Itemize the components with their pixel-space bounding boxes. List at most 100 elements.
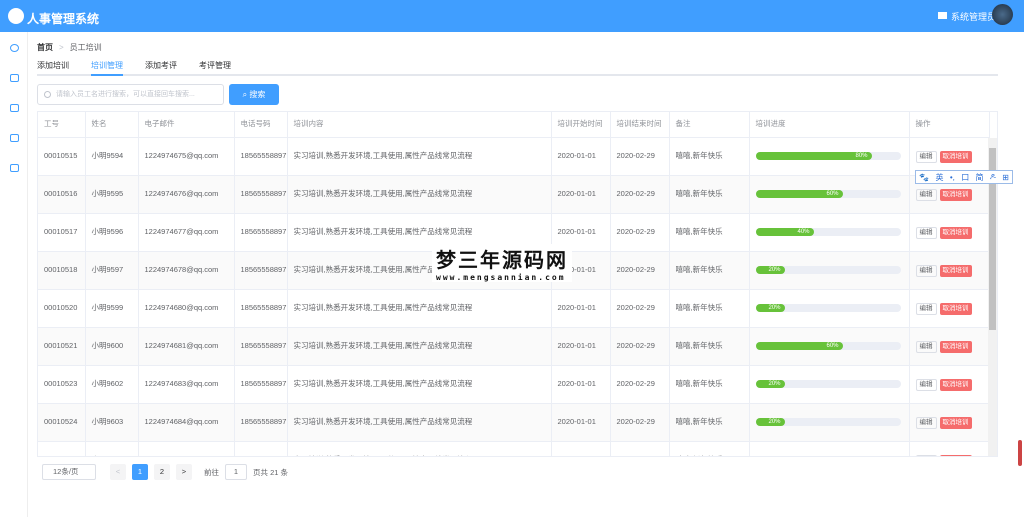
search-button[interactable]: ⌕ 搜索 [229,84,279,105]
cell-actions: 编辑取消培训 [909,441,990,456]
progress-bar: 20% [756,456,901,457]
search-input[interactable]: 请输入员工名进行搜索，可以直接回车搜索... [37,84,224,105]
cell-note: 嘻嘻,新年快乐 [669,251,750,290]
ime-button[interactable]: 简 [976,172,984,183]
header-col-start: 培训开始时间 [551,112,611,138]
edit-button[interactable]: 编辑 [915,150,937,163]
cell-phone: 18565558897 [234,251,288,290]
cell-start: 2020-01-01 [551,441,611,456]
cancel-training-button[interactable]: 取消培训 [939,454,972,456]
tab-add-training[interactable]: 添加培训 [37,60,69,76]
cell-name: 小明9603 [85,403,139,442]
cell-start: 2020-01-01 [551,137,611,176]
sidebar [0,32,28,517]
cancel-training-button[interactable]: 取消培训 [939,188,972,201]
table-row: 00010516 小明9595 1224974676@qq.com 185655588… [38,175,990,214]
cell-progress: 80% [749,137,910,176]
ime-button[interactable]: 口 [961,172,969,183]
total-label: 页共 21 条 [253,467,289,477]
next-page-button[interactable]: > [176,464,192,480]
cell-id: 00010517 [38,213,86,252]
cell-progress: 20% [749,403,910,442]
user-name[interactable]: 系统管理员 [951,10,996,23]
cell-start: 2020-01-01 [551,289,611,328]
cell-phone: 18565558897 [234,365,288,404]
edit-button[interactable]: 编辑 [915,340,937,353]
ime-button[interactable]: ዶ [990,172,996,182]
ime-button[interactable]: ⊞ [1002,173,1009,182]
cell-id: 00010523 [38,365,86,404]
ime-button[interactable]: •, [950,173,955,182]
cell-email: 1224974684@qq.com [138,403,235,442]
cell-start: 2020-01-01 [551,175,611,214]
cell-id: 00010520 [38,289,86,328]
tab-add-evaluation[interactable]: 添加考评 [145,60,177,76]
header-col-name: 姓名 [85,112,139,138]
cancel-training-button[interactable]: 取消培训 [939,264,972,277]
cell-phone: 18565558897 [234,327,288,366]
cell-end: 2020-02-29 [610,289,670,328]
cell-end: 2020-02-29 [610,441,670,456]
prev-page-button[interactable]: < [110,464,126,480]
progress-bar: 20% [755,266,901,274]
edit-button[interactable]: 编辑 [915,226,937,239]
ime-button[interactable]: 🐾 [919,173,929,182]
cancel-training-button[interactable]: 取消培训 [939,340,972,353]
cell-name: 小明9594 [85,137,139,176]
cell-start: 2020-01-01 [551,365,611,404]
progress-bar: 80% [755,152,901,160]
header-col-email: 电子邮件 [138,112,235,138]
avatar[interactable] [992,4,1013,25]
money-icon[interactable] [10,104,19,112]
header-col-note: 备注 [669,112,750,138]
top-bar: 人事管理系统 系统管理员 [0,0,1024,32]
page-1-button[interactable]: 1 [132,464,148,480]
cancel-training-button[interactable]: 取消培训 [939,302,972,315]
edit-button[interactable]: 编辑 [915,188,937,201]
cell-phone: 18565558897 [234,175,288,214]
edit-button[interactable]: 编辑 [915,416,937,429]
breadcrumb-current: 员工培训 [69,43,102,52]
cell-start: 2020-01-01 [551,327,611,366]
cell-name: 小明9599 [85,289,139,328]
user-icon[interactable] [10,44,19,52]
cell-email: 1224974677@qq.com [138,213,235,252]
cell-id: 00010525 [38,441,86,456]
edit-button[interactable]: 编辑 [915,378,937,391]
windows-icon[interactable] [10,164,19,172]
cell-progress: 60% [749,327,910,366]
cell-content: 实习培训,熟悉开发环境,工具使用,属性产品线常见流程 [287,175,552,214]
progress-bar: 60% [755,342,901,350]
cell-email: 1224974685@qq.com [138,441,235,456]
cell-note: 嘻嘻,新年快乐 [669,327,750,366]
chart-icon[interactable] [10,134,19,142]
page-size-select[interactable]: 12条/页 [42,464,96,480]
table-row: 00010525小明96041224974685@qq.com185655588… [38,441,990,457]
edit-button[interactable]: 编辑 [915,264,937,277]
goto-page-input[interactable]: 1 [225,464,247,480]
table-scrollbar[interactable] [988,138,997,456]
progress-fill: 20% [755,266,785,274]
side-handle[interactable] [1018,440,1022,466]
cell-name: 小明9602 [85,365,139,404]
watermark: 梦三年源码网 www.mengsannian.com [432,244,572,282]
header-col-id: 工号 [38,112,86,138]
breadcrumb-home[interactable]: 首页 [37,43,53,52]
cell-actions: 编辑取消培训 [909,327,990,366]
cell-start: 2020-01-01 [551,403,611,442]
tab-training-manage[interactable]: 培训管理 [91,60,123,76]
mail-icon[interactable] [938,12,947,19]
cell-end: 2020-02-29 [610,403,670,442]
edit-button[interactable]: 编辑 [915,454,937,456]
cell-progress: 60% [749,175,910,214]
page-2-button[interactable]: 2 [154,464,170,480]
tab-evaluation-manage[interactable]: 考评管理 [199,60,231,76]
cancel-training-button[interactable]: 取消培训 [939,226,972,239]
logo-icon [8,8,24,24]
id-card-icon[interactable] [10,74,19,82]
edit-button[interactable]: 编辑 [915,302,937,315]
cancel-training-button[interactable]: 取消培训 [939,378,972,391]
cancel-training-button[interactable]: 取消培训 [939,416,972,429]
ime-button[interactable]: 英 [935,172,943,183]
cancel-training-button[interactable]: 取消培训 [939,150,972,163]
